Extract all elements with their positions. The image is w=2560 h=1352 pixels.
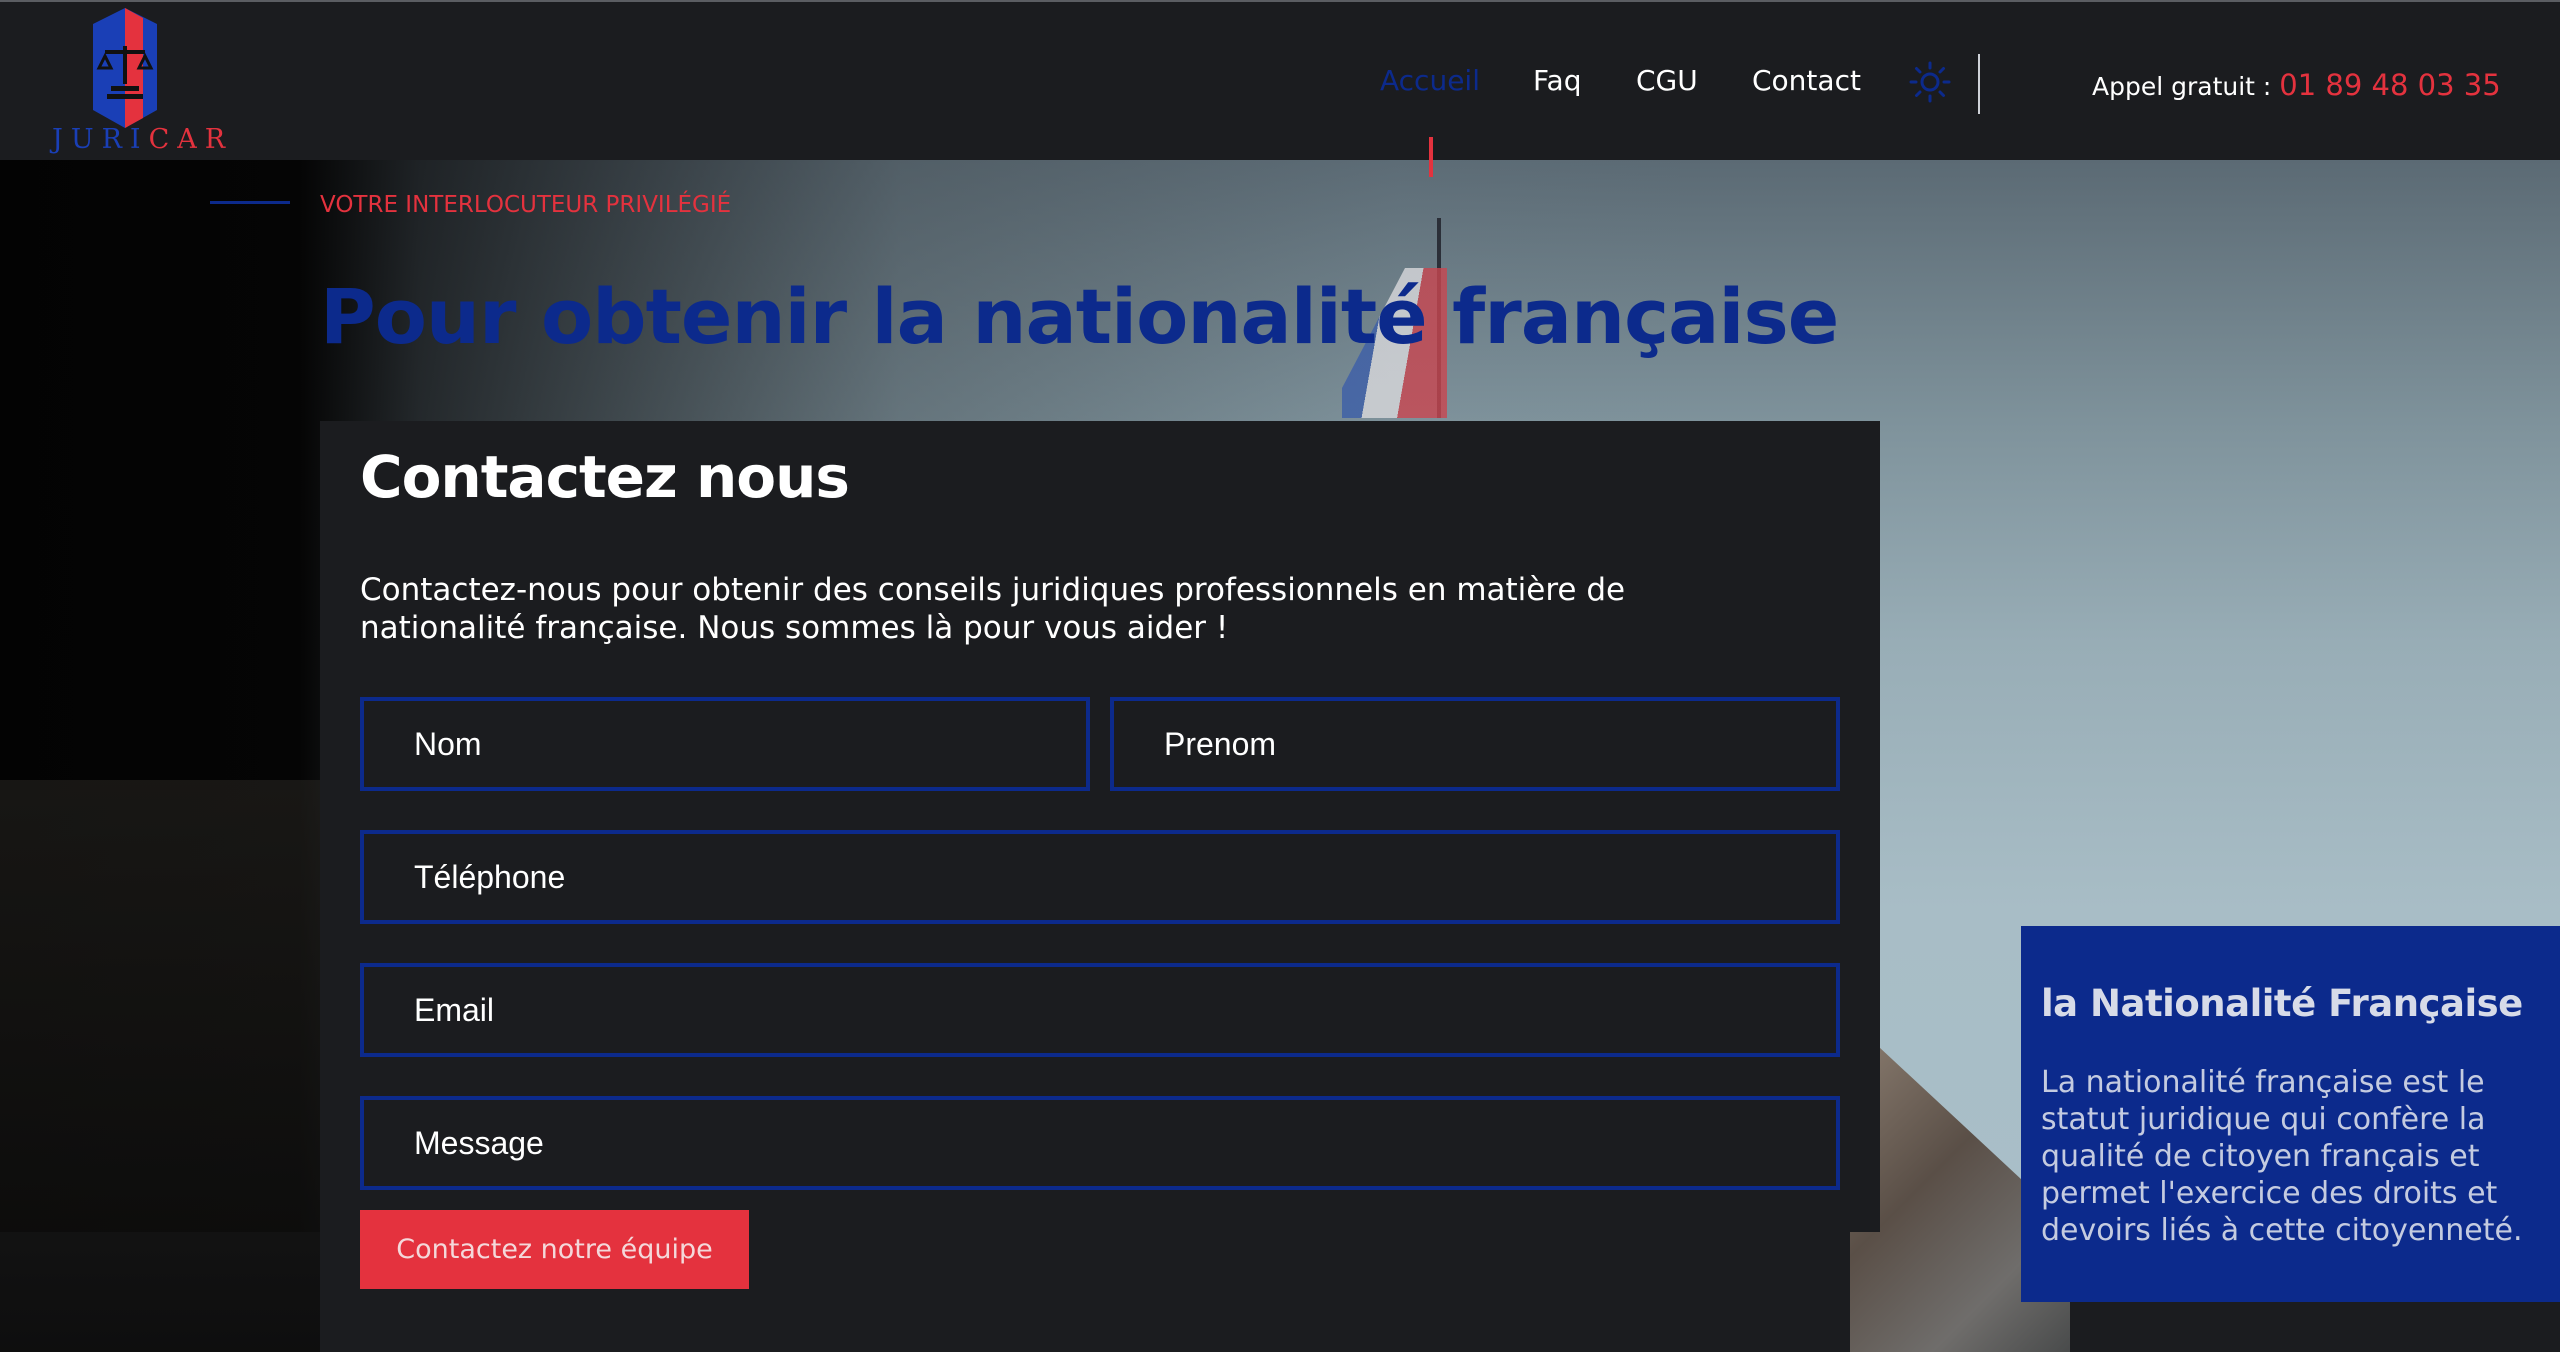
hero-eyebrow: VOTRE INTERLOCUTEUR PRIVILÉGIÉ — [320, 192, 732, 218]
phone-number-link[interactable]: 01 89 48 03 35 — [2279, 68, 2500, 102]
telephone-input[interactable] — [360, 830, 1840, 924]
site-header: JURICAR Accueil Faq CGU Contact Appel gr… — [0, 2, 2560, 160]
info-text: La nationalité française est le statut j… — [2041, 1065, 2523, 1248]
free-call: Appel gratuit : 01 89 48 03 35 — [2092, 68, 2501, 102]
email-input[interactable] — [360, 963, 1840, 1057]
message-input[interactable] — [360, 1096, 1840, 1190]
phone-label: Appel gratuit : — [2092, 72, 2280, 101]
hero-building-left-image — [0, 780, 320, 1352]
logo-text: JURICAR — [52, 124, 234, 155]
page: JURICAR Accueil Faq CGU Contact Appel gr… — [0, 0, 2560, 1352]
nav-contact[interactable]: Contact — [1752, 64, 1861, 97]
nationality-info-box: la Nationalité Française La nationalité … — [2021, 926, 2560, 1302]
contact-description: Contactez-nous pour obtenir des conseils… — [360, 572, 1626, 646]
logo[interactable]: JURICAR — [50, 6, 234, 158]
nav-faq[interactable]: Faq — [1533, 64, 1581, 97]
contact-card: Contactez nous Contactez-nous pour obten… — [320, 421, 1880, 1289]
contact-title: Contactez nous — [360, 443, 850, 511]
eyebrow-line — [210, 201, 290, 204]
submit-button[interactable]: Contactez notre équipe — [360, 1210, 749, 1289]
nav-accueil[interactable]: Accueil — [1380, 64, 1480, 97]
prenom-input[interactable] — [1110, 697, 1840, 791]
sun-icon[interactable] — [1908, 60, 1952, 104]
active-nav-indicator — [1429, 137, 1433, 177]
scales-of-justice-icon — [93, 8, 157, 128]
info-title: la Nationalité Française — [2041, 982, 2523, 1025]
nom-input[interactable] — [360, 697, 1090, 791]
hero-title: Pour obtenir la nationalité française — [320, 272, 1839, 361]
header-divider — [1978, 54, 1980, 114]
nav-cgu[interactable]: CGU — [1636, 64, 1698, 97]
